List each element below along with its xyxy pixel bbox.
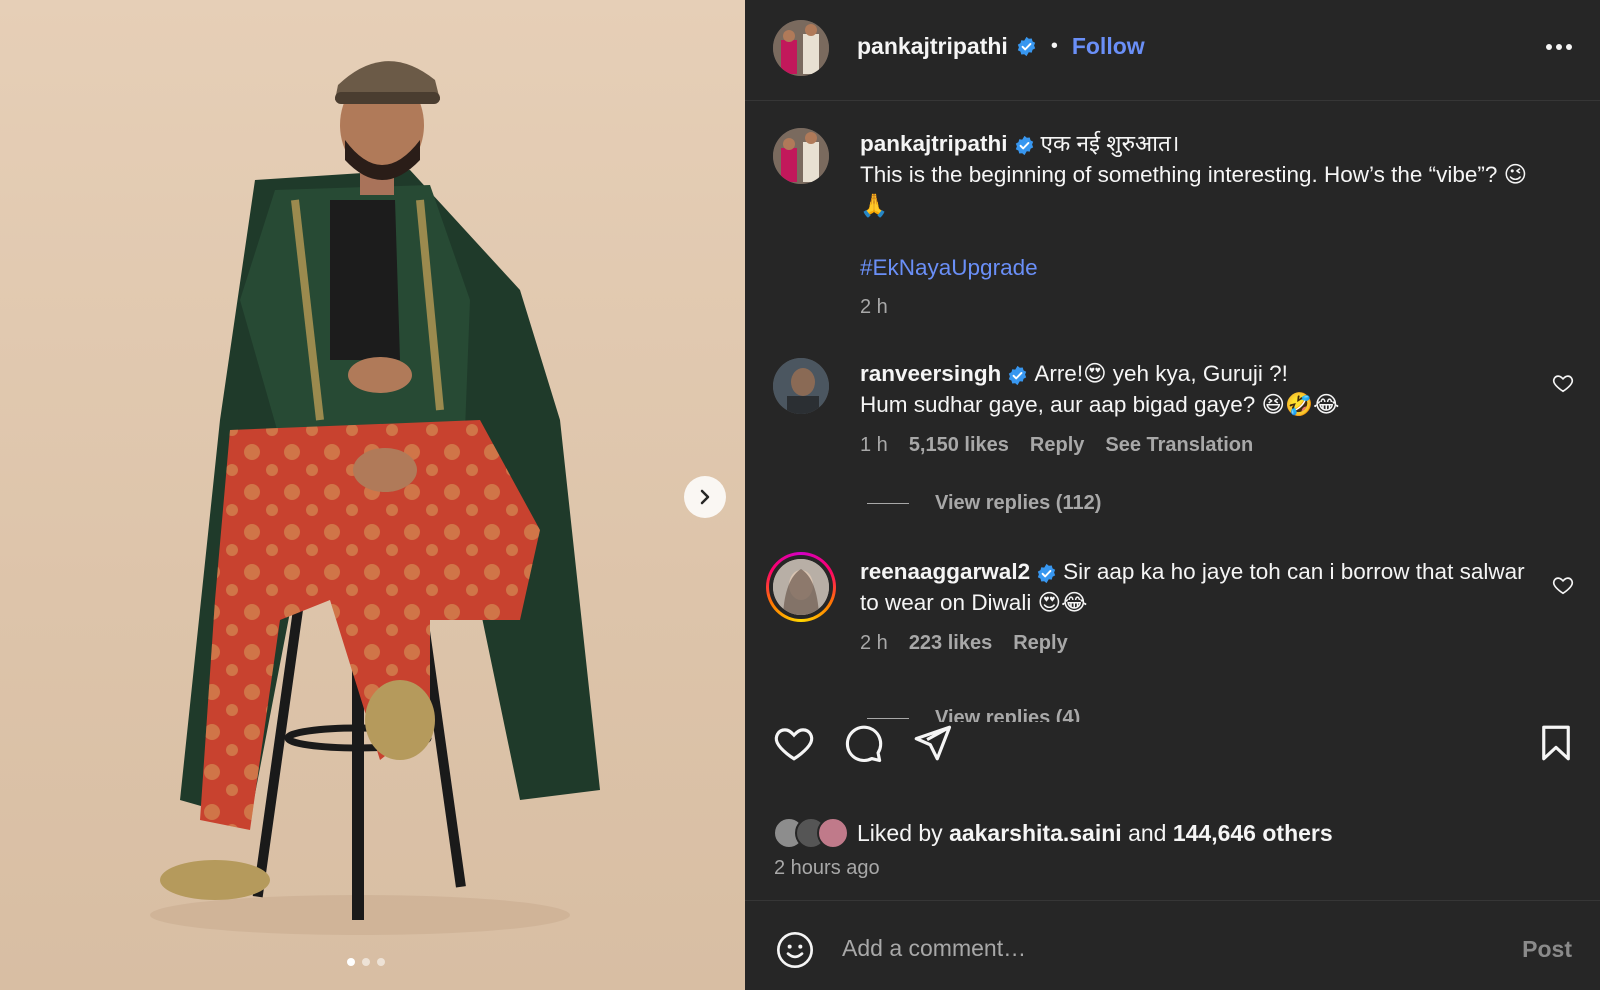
carousel-dot bbox=[347, 958, 355, 966]
view-replies-label: View replies (4) bbox=[935, 707, 1081, 722]
liked-by-prefix: Liked by bbox=[857, 819, 943, 846]
share-icon[interactable] bbox=[911, 722, 953, 764]
verified-badge-icon bbox=[1017, 36, 1035, 57]
comment-icon[interactable] bbox=[842, 722, 884, 764]
carousel-dot bbox=[362, 958, 370, 966]
commenter-avatar bbox=[773, 559, 829, 615]
post-media[interactable] bbox=[0, 0, 745, 990]
carousel-dots bbox=[347, 958, 385, 966]
verified-badge-icon bbox=[1037, 563, 1056, 583]
author-username[interactable]: pankajtripathi bbox=[857, 33, 1008, 60]
avatar-image bbox=[773, 559, 829, 615]
comments-list[interactable]: pankajtripathi एक नई शुरुआत। This is the… bbox=[745, 102, 1600, 722]
caption-hashtag[interactable]: #EkNayaUpgrade bbox=[860, 252, 1540, 283]
like-icon[interactable] bbox=[773, 722, 815, 764]
post-comment-button[interactable]: Post bbox=[1522, 936, 1572, 963]
author-avatar[interactable] bbox=[773, 20, 829, 76]
comment-text-line-2: Hum sudhar gaye, aur aap bigad gaye? 😆🤣😂 bbox=[860, 392, 1340, 417]
post-photo bbox=[150, 61, 600, 935]
caption-line-1: एक नई शुरुआत। bbox=[1040, 131, 1180, 156]
reply-button[interactable]: Reply bbox=[1013, 628, 1067, 659]
comment-time[interactable]: 2 h bbox=[860, 628, 888, 659]
separator-dot: • bbox=[1050, 35, 1058, 57]
comment-composer: Post bbox=[745, 900, 1600, 990]
liked-by-others[interactable]: 144,646 others bbox=[1173, 820, 1333, 847]
view-replies-button[interactable]: View replies (4) bbox=[867, 707, 1080, 722]
chevron-right-icon bbox=[700, 489, 710, 505]
comment-username[interactable]: reenaaggarwal2 bbox=[860, 559, 1030, 584]
view-replies-button[interactable]: View replies (112) bbox=[867, 492, 1101, 515]
verified-badge-icon bbox=[1009, 365, 1027, 385]
liker-avatars bbox=[773, 817, 849, 849]
save-icon[interactable] bbox=[1535, 722, 1577, 764]
comment-input[interactable] bbox=[842, 925, 1482, 971]
replies-divider bbox=[867, 718, 909, 719]
author-avatar[interactable] bbox=[773, 128, 829, 184]
comment-username[interactable]: ranveersingh bbox=[860, 361, 1001, 386]
comment-likes[interactable]: 223 likes bbox=[909, 628, 992, 659]
verified-badge-icon bbox=[1015, 135, 1033, 155]
more-options-button[interactable] bbox=[1544, 32, 1574, 62]
caption-time[interactable]: 2 h bbox=[860, 292, 888, 323]
avatar-image bbox=[773, 128, 829, 184]
post-timestamp[interactable]: 2 hours ago bbox=[774, 857, 880, 880]
follow-button[interactable]: Follow bbox=[1072, 33, 1145, 60]
commenter-avatar[interactable] bbox=[773, 358, 829, 414]
comment-text-line-1: Arre!😍 yeh kya, Guruji ?! bbox=[1034, 361, 1288, 386]
comment-like-icon[interactable] bbox=[1552, 372, 1574, 394]
likes-summary: Liked by aakarshita.saini and 144,646 ot… bbox=[773, 817, 1333, 849]
liker-avatar bbox=[817, 817, 849, 849]
liked-by-and: and bbox=[1128, 819, 1167, 846]
reply-button[interactable]: Reply bbox=[1030, 430, 1084, 461]
story-ring[interactable] bbox=[766, 552, 836, 622]
next-slide-button[interactable] bbox=[684, 476, 726, 518]
comment-likes[interactable]: 5,150 likes bbox=[909, 430, 1009, 461]
avatar-image bbox=[773, 20, 829, 76]
carousel-dot bbox=[377, 958, 385, 966]
more-icon bbox=[1546, 44, 1572, 50]
post-header: pankajtripathi • Follow bbox=[745, 0, 1600, 101]
comment-time[interactable]: 1 h bbox=[860, 430, 888, 461]
see-translation-button[interactable]: See Translation bbox=[1105, 430, 1253, 461]
emoji-icon[interactable] bbox=[775, 930, 815, 970]
caption-username[interactable]: pankajtripathi bbox=[860, 131, 1008, 156]
liked-by-user[interactable]: aakarshita.saini bbox=[949, 820, 1122, 847]
view-replies-label: View replies (112) bbox=[935, 492, 1102, 514]
post-panel: pankajtripathi • Follow pankajtripathi ए… bbox=[745, 0, 1600, 990]
replies-divider bbox=[867, 503, 909, 504]
avatar-image bbox=[773, 358, 829, 414]
action-bar bbox=[745, 722, 1600, 782]
comment-like-icon[interactable] bbox=[1552, 574, 1574, 596]
caption-line-2: This is the beginning of something inter… bbox=[860, 162, 1528, 218]
